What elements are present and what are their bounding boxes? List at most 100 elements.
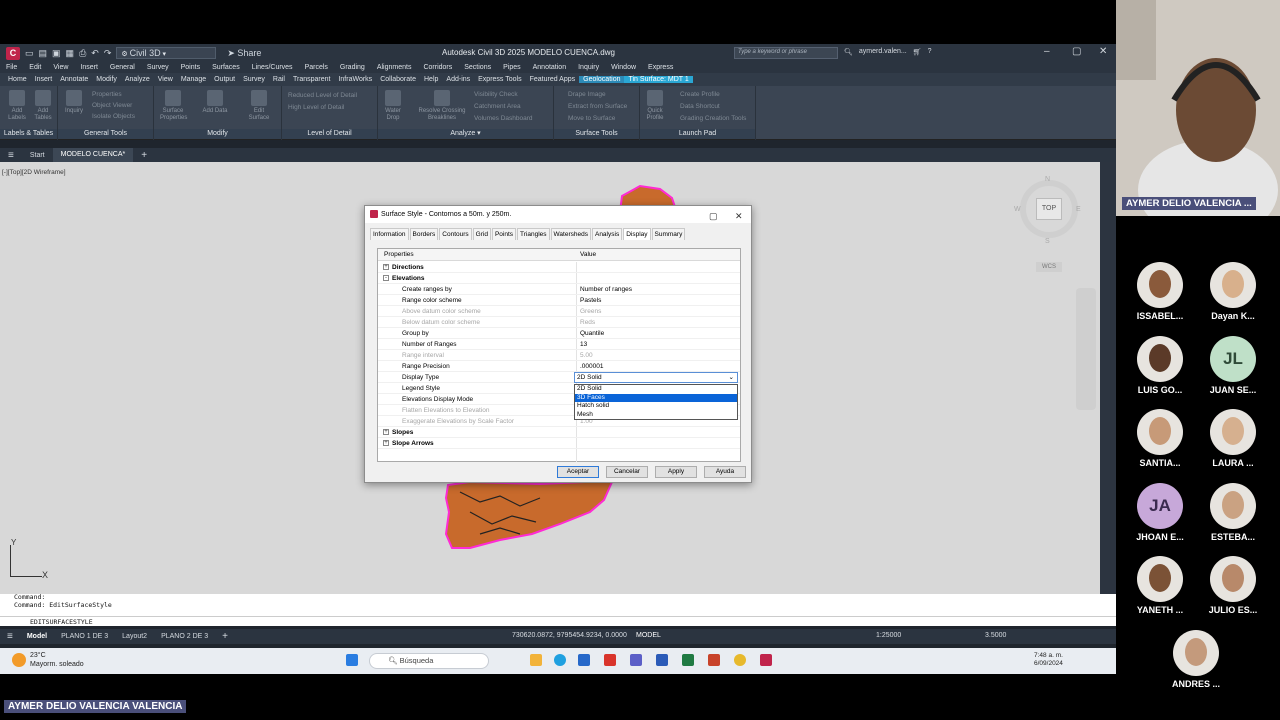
participant-tile[interactable]: Dayan K... — [1198, 262, 1268, 321]
ribbon-tab-geolocation[interactable]: Geolocation — [579, 76, 625, 83]
property-category[interactable]: + Slopes — [378, 427, 740, 438]
menu-lines-curves[interactable]: Lines/Curves — [252, 64, 293, 71]
property-row[interactable]: Number of Ranges 13 — [378, 339, 740, 350]
add-layout-icon[interactable]: + — [215, 631, 235, 642]
help-button[interactable]: Ayuda — [704, 466, 746, 478]
ribbon-tab-output[interactable]: Output — [210, 76, 239, 83]
data-shortcut-button[interactable]: Data Shortcut — [680, 103, 720, 110]
taskbar-search[interactable]: 🔍︎ Búsqueda — [369, 653, 489, 669]
menu-general[interactable]: General — [110, 64, 135, 71]
dropdown-option[interactable]: Hatch solid — [575, 402, 737, 411]
windows-start-icon[interactable] — [346, 654, 358, 666]
isolate-objects-button[interactable]: Isolate Objects — [92, 113, 135, 120]
grading-creation-tools-button[interactable]: Grading Creation Tools — [680, 115, 746, 122]
menu-points[interactable]: Points — [181, 64, 200, 71]
model-space-toggle[interactable]: MODEL — [636, 632, 661, 639]
ribbon-tab-featured-apps[interactable]: Featured Apps — [526, 76, 580, 83]
edge-icon[interactable] — [554, 654, 566, 666]
ribbon-tab-manage[interactable]: Manage — [177, 76, 210, 83]
status-value[interactable]: 3.5000 — [985, 632, 1006, 639]
collapse-icon[interactable]: - — [383, 275, 389, 281]
dialog-tab-borders[interactable]: Borders — [409, 228, 439, 240]
dropdown-option[interactable]: 2D Solid — [575, 385, 737, 394]
property-row[interactable]: Create ranges by Number of ranges — [378, 284, 740, 295]
save-as-icon[interactable]: ▦ — [66, 48, 75, 59]
ribbon-tab-rail[interactable]: Rail — [269, 76, 289, 83]
menu-surfaces[interactable]: Surfaces — [212, 64, 240, 71]
property-row[interactable]: Range Precision .000001 — [378, 361, 740, 372]
command-input[interactable]: EDITSURFACESTYLE — [0, 616, 1116, 626]
tab-layout2[interactable]: Layout2 — [115, 633, 154, 640]
viewcube-top[interactable]: TOP — [1036, 198, 1062, 220]
water-drop-button[interactable]: Water Drop — [380, 90, 406, 122]
cancel-button[interactable]: Cancelar — [606, 466, 648, 478]
undo-icon[interactable]: ↶ — [91, 48, 99, 59]
navigation-bar[interactable] — [1076, 288, 1096, 410]
property-value[interactable]: 5.00 — [580, 350, 593, 361]
search-icon[interactable]: 🔍︎ — [844, 48, 853, 56]
tab-modelo-cuenca[interactable]: MODELO CUENCA* — [52, 148, 134, 162]
ribbon-tab-view[interactable]: View — [154, 76, 177, 83]
reduced-lod-button[interactable]: Reduced Level of Detail — [288, 92, 357, 99]
ribbon-tab-transparent[interactable]: Transparent — [289, 76, 334, 83]
add-data-button[interactable]: Add Data — [202, 90, 228, 115]
catchment-area-button[interactable]: Catchment Area — [474, 103, 521, 110]
expand-icon[interactable]: + — [383, 440, 389, 446]
participant-tile[interactable]: JA JHOAN E... — [1125, 482, 1195, 542]
drape-image-button[interactable]: Drape Image — [568, 91, 606, 98]
word-icon[interactable] — [656, 654, 668, 666]
property-category[interactable]: + Directions — [378, 262, 740, 273]
create-profile-button[interactable]: Create Profile — [680, 91, 720, 98]
menu-insert[interactable]: Insert — [80, 64, 98, 71]
wcs-menu[interactable]: WCS — [1036, 262, 1062, 272]
participant-tile[interactable]: ESTEBA... — [1198, 482, 1268, 542]
menu-annotation[interactable]: Annotation — [533, 64, 566, 71]
quick-profile-button[interactable]: Quick Profile — [642, 90, 668, 122]
property-value[interactable]: Pastels — [580, 295, 601, 306]
ribbon-tab-home[interactable]: Home — [4, 76, 31, 83]
maximize-icon[interactable]: ▢ — [1072, 46, 1081, 57]
close-icon[interactable]: ✕ — [1099, 46, 1107, 57]
civil3d-logo[interactable]: C — [6, 46, 20, 60]
apply-button[interactable]: Apply — [655, 466, 697, 478]
pdf-icon[interactable] — [604, 654, 616, 666]
expand-icon[interactable]: + — [383, 264, 389, 270]
dropdown-option[interactable]: Mesh — [575, 411, 737, 420]
property-value[interactable]: .000001 — [580, 361, 604, 372]
menu-alignments[interactable]: Alignments — [377, 64, 412, 71]
property-row[interactable]: Group by Quantile — [378, 328, 740, 339]
add-tables-button[interactable]: Add Tables — [30, 90, 56, 122]
volumes-dashboard-button[interactable]: Volumes Dashboard — [474, 115, 533, 122]
property-row[interactable]: Below datum color scheme Reds — [378, 317, 740, 328]
property-value[interactable]: Quantile — [580, 328, 604, 339]
weather-widget[interactable]: 23°C Mayorm. soleado — [30, 651, 84, 669]
menu-pipes[interactable]: Pipes — [503, 64, 521, 71]
ribbon-tab-help[interactable]: Help — [420, 76, 442, 83]
ribbon-tab-collaborate[interactable]: Collaborate — [376, 76, 420, 83]
cart-icon[interactable]: 🛒︎ — [913, 48, 922, 56]
tab-plano-2[interactable]: PLANO 2 DE 3 — [154, 633, 215, 640]
property-value[interactable]: Greens — [580, 306, 601, 317]
high-lod-button[interactable]: High Level of Detail — [288, 104, 344, 111]
dialog-close-icon[interactable]: ✕ — [735, 208, 743, 225]
participant-tile[interactable]: ANDRES ... — [1161, 629, 1231, 689]
visibility-check-button[interactable]: Visibility Check — [474, 91, 518, 98]
right-toolbar[interactable] — [1100, 162, 1116, 594]
coordinate-readout[interactable]: 730620.0872, 9795454.9234, 0.0000 — [512, 632, 627, 639]
object-viewer-button[interactable]: Object Viewer — [92, 102, 132, 109]
property-value[interactable]: Reds — [580, 317, 595, 328]
participant-tile[interactable]: LAURA ... — [1198, 409, 1268, 468]
print-icon[interactable]: ⎙ — [79, 48, 86, 59]
minimize-icon[interactable]: – — [1044, 46, 1050, 57]
annotation-scale[interactable]: 1:25000 — [876, 632, 901, 639]
outlook-icon[interactable] — [578, 654, 590, 666]
dialog-tab-information[interactable]: Information — [370, 228, 409, 240]
menu-hamburger-icon[interactable]: ≡ — [0, 150, 22, 161]
user-area[interactable]: 🔍︎ aymerd.valen... 🛒︎ ? — [844, 48, 932, 56]
dialog-maximize-icon[interactable]: ▢ — [709, 208, 718, 225]
dialog-tab-analysis[interactable]: Analysis — [591, 228, 623, 240]
participant-tile[interactable]: SANTIA... — [1125, 409, 1195, 468]
menu-express[interactable]: Express — [648, 64, 673, 71]
tab-model[interactable]: Model — [20, 633, 54, 640]
add-labels-button[interactable]: Add Labels — [4, 90, 30, 122]
